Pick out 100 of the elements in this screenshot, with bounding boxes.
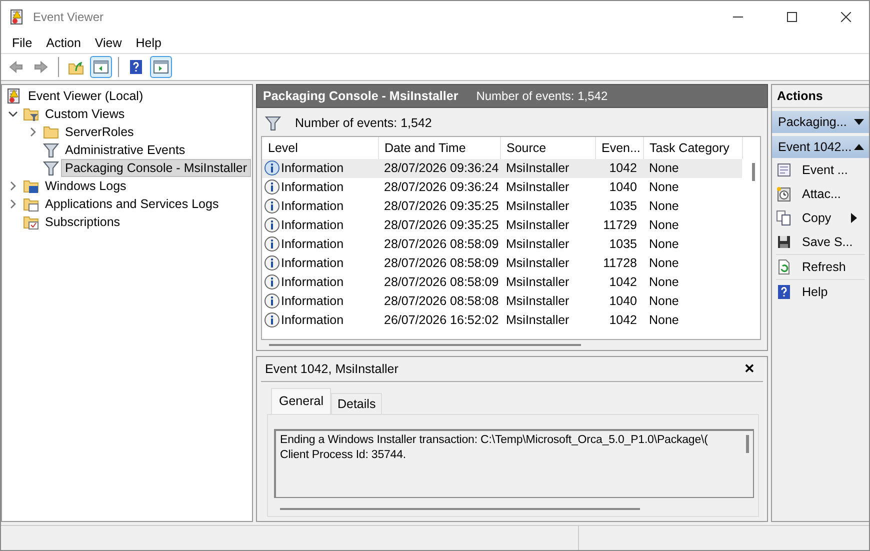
tree-item[interactable]: Windows Logs	[42, 178, 130, 194]
info-icon	[264, 293, 280, 310]
tab[interactable]: Details	[331, 392, 382, 414]
table-cell: 1040	[595, 178, 643, 197]
table-cell-text: 11729	[602, 217, 638, 234]
section-header[interactable]: Packaging...	[772, 111, 869, 133]
log-title: Packaging Console - MsiInstaller	[263, 88, 458, 103]
info-icon	[264, 312, 280, 328]
table-cell-text: 28/07/2026 09:35:25	[383, 198, 500, 216]
tree-item[interactable]: Custom Views	[42, 106, 128, 122]
document-folder-icon	[23, 196, 39, 212]
task-link[interactable]: Help	[772, 280, 869, 304]
table-cell-text: 11728	[602, 255, 638, 272]
table-cell: Information	[281, 161, 344, 176]
table-cell-text: 1035	[608, 198, 638, 216]
help-icon	[128, 59, 144, 75]
table-cell-text: 1042	[608, 312, 638, 330]
menu-bar-item[interactable]: View	[88, 36, 129, 50]
info-icon	[264, 217, 280, 234]
folder-up-icon	[68, 59, 84, 75]
menu-bar-item[interactable]: Help	[128, 36, 168, 50]
table-cell: MsiInstaller	[500, 158, 595, 178]
table-cell: Information	[281, 237, 344, 252]
message-box[interactable]: Ending a Windows Installer transaction: C:\Temp\Microsoft_Orca_5.0_P1.0\Package\( Client Process Id: 35744.	[274, 428, 754, 498]
filter-icon	[43, 142, 59, 158]
refresh-icon	[776, 259, 792, 275]
table-cell-text: MsiInstaller	[505, 274, 570, 292]
table-cell-text: 1035	[608, 236, 638, 254]
scrollbar-thumb[interactable]	[752, 162, 754, 181]
table-cell-text: MsiInstaller	[505, 255, 570, 272]
copy-icon	[776, 210, 792, 226]
event-count: Number of events: 1,542	[295, 116, 432, 130]
tree-item[interactable]: Administrative Events	[62, 142, 188, 158]
task-link[interactable]: Save S...	[772, 230, 869, 254]
info-icon	[264, 274, 280, 290]
table-cell-text: 1042	[608, 274, 638, 292]
tree-item[interactable]: Event Viewer (Local)	[25, 88, 146, 104]
details-title: Event 1042, MsiInstaller	[265, 362, 398, 376]
table-cell: 28/07/2026 09:36:24	[378, 178, 500, 197]
menu-bar-item[interactable]: File	[5, 36, 40, 50]
table-cell: 1042	[595, 158, 643, 178]
help-icon	[776, 284, 792, 300]
info-icon	[264, 255, 280, 272]
back-arrow-icon	[8, 59, 24, 75]
pane-toggle-button[interactable]	[150, 56, 172, 78]
message-text: Ending a Windows Installer transaction: C:\Temp\Microsoft_Orca_5.0_P1.0\Package\(	[280, 432, 709, 448]
table-cell-text: None	[648, 312, 680, 330]
tab[interactable]: General	[271, 388, 332, 414]
tree-item[interactable]: Packaging Console - MsiInstaller	[62, 160, 250, 176]
info-icon	[264, 236, 280, 252]
filter-icon	[43, 160, 59, 176]
menu-bar-item[interactable]: Action	[39, 36, 88, 50]
table-cell: None	[643, 178, 742, 197]
forward-arrow-icon	[33, 59, 49, 75]
maximize-icon	[787, 12, 797, 22]
table-cell-text: None	[648, 255, 680, 272]
table-cell-text: MsiInstaller	[505, 312, 570, 330]
task-link[interactable]: Attac...	[772, 182, 869, 206]
table-cell-text: 28/07/2026 08:58:09	[383, 274, 500, 292]
pane-toggle-button[interactable]	[90, 56, 112, 78]
task-link[interactable]: Event ...	[772, 158, 869, 182]
table-cell: Information	[281, 199, 344, 214]
clock-icon	[776, 186, 792, 202]
pane-toggle-icon	[93, 59, 109, 75]
table-cell: Information	[281, 256, 344, 270]
subscription-folder-icon	[23, 214, 39, 230]
table-cell-text: MsiInstaller	[505, 236, 570, 254]
tree-item[interactable]: Subscriptions	[42, 214, 124, 230]
table-cell-text: None	[648, 236, 680, 254]
table-cell-text: 28/07/2026 09:35:25	[383, 217, 500, 234]
table-cell: Information	[281, 313, 344, 328]
table-cell: Information	[281, 275, 344, 290]
info-icon	[264, 198, 280, 214]
table-cell: MsiInstaller	[500, 178, 595, 197]
tree-item[interactable]: Applications and Services Logs	[42, 196, 222, 212]
table-cell-text: 28/07/2026 08:58:08	[383, 293, 500, 310]
close-icon	[841, 12, 851, 22]
event-log-icon	[9, 8, 25, 24]
message-text: Client Process Id: 35744.	[280, 448, 407, 463]
table-cell: None	[643, 158, 742, 178]
tree-item[interactable]: ServerRoles	[62, 124, 137, 140]
table-cell-text: MsiInstaller	[505, 293, 570, 310]
scrollbar-thumb[interactable]	[746, 434, 749, 453]
table-cell: Information	[281, 218, 344, 232]
event-count: Number of events: 1,542	[476, 88, 608, 103]
table-cell-text: None	[648, 274, 680, 292]
section-header[interactable]: Event 1042...	[772, 136, 869, 158]
table-cell-text: None	[648, 217, 680, 234]
table-cell-text: 26/07/2026 16:52:02	[383, 312, 500, 330]
info-icon	[264, 160, 280, 176]
log-folder-icon	[23, 178, 39, 194]
table-cell: 28/07/2026 09:36:24	[378, 158, 500, 178]
task-link[interactable]: Refresh	[772, 255, 869, 279]
table-cell: Information	[281, 294, 344, 308]
scrollbar-thumb[interactable]	[280, 508, 640, 510]
close-button[interactable]: ✕	[740, 361, 759, 376]
task-link[interactable]: Copy	[772, 206, 869, 230]
table-cell-text: 1040	[608, 293, 638, 310]
scrollbar-thumb[interactable]	[269, 344, 581, 346]
table-cell-text: 28/07/2026 08:58:09	[383, 236, 500, 254]
